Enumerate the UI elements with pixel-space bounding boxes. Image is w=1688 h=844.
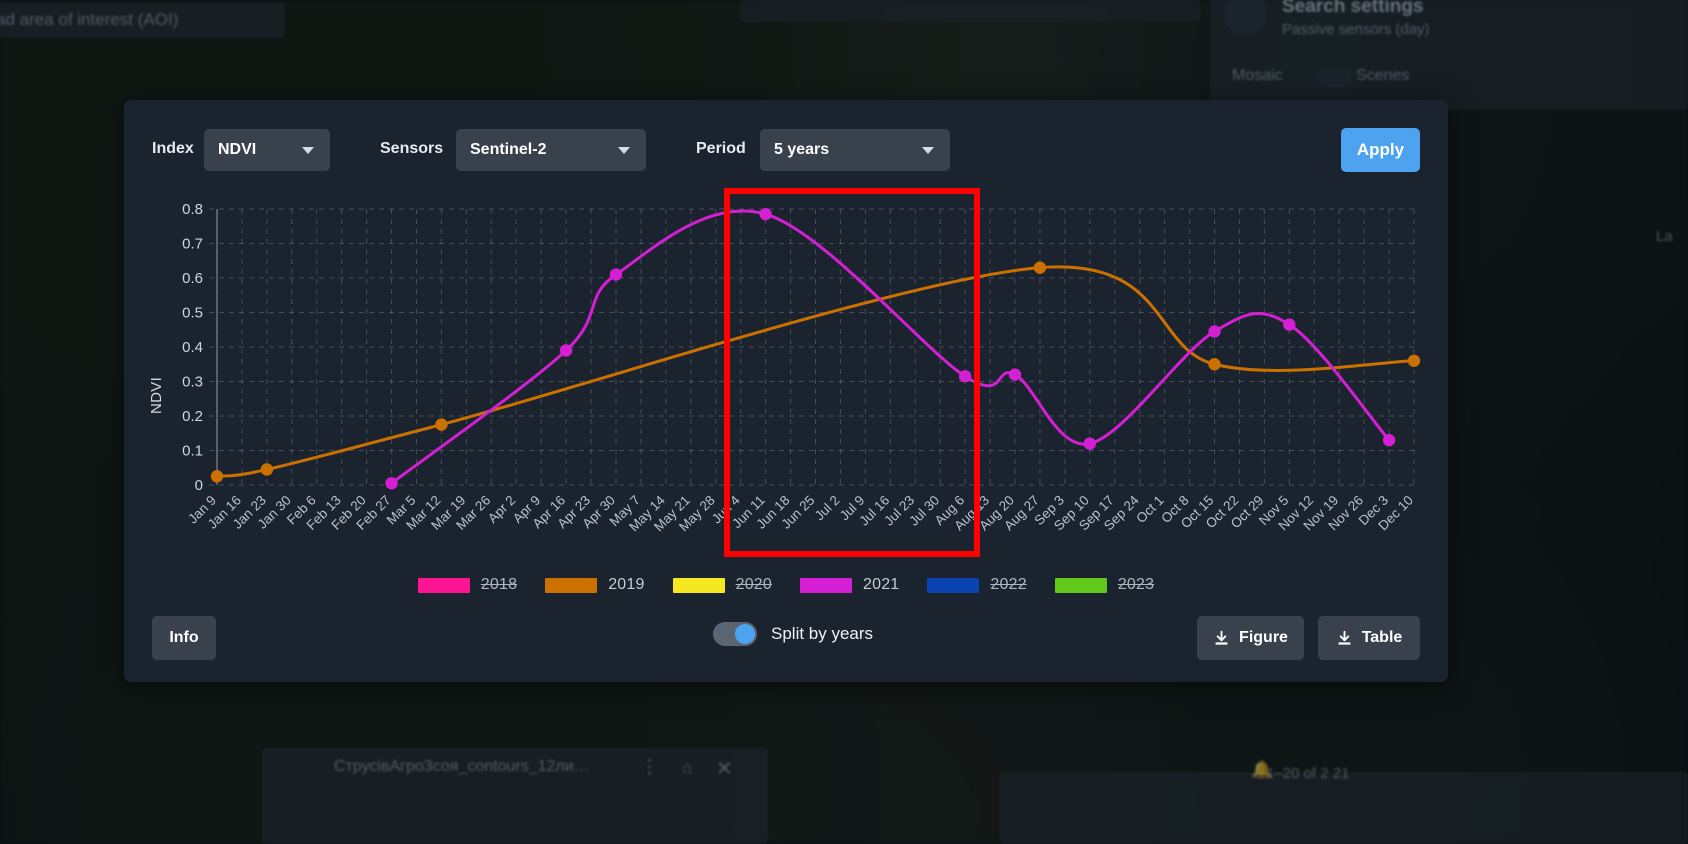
period-select[interactable]: 5 years [760,129,950,171]
split-by-years-label: Split by years [771,624,874,643]
mosaic-label: Mosaic [1232,67,1283,84]
y-tick-label: 0.6 [182,270,203,287]
data-point-2019[interactable] [260,463,274,476]
layer-lock-icon: ⌂ [682,758,693,777]
x-tick-label: Oct 1 [1133,493,1166,526]
data-point-2021[interactable] [1283,318,1296,331]
legend-label-2021: 2021 [863,576,900,593]
period-select-value: 5 years [774,141,830,158]
layer-close-icon: ✕ [716,758,733,780]
legend-item-2021[interactable]: 2021 [800,576,899,594]
chevron-down-icon [618,146,630,154]
ndvi-line-chart[interactable]: 00.10.20.30.40.50.60.70.8Jan 9Jan 16Jan … [124,196,1448,576]
toggle-track [713,622,757,646]
apply-button[interactable]: Apply [1341,128,1420,172]
data-point-2019[interactable] [210,470,224,483]
legend-label-2019: 2019 [608,576,645,593]
sensors-select[interactable]: Sentinel-2 [456,129,646,171]
legend-item-2020[interactable]: 2020 [672,576,772,594]
pagination-label: 1–20 of 2 21 [1266,765,1350,782]
footer-bar [1000,772,1688,844]
data-point-2021[interactable] [1382,433,1396,447]
legend-item-2018[interactable]: 2018 [417,576,518,594]
y-tick-label: 0.8 [182,201,203,218]
search-settings-title: Search settings [1282,0,1424,17]
legend-item-2019[interactable]: 2019 [545,576,644,594]
info-button[interactable]: Info [152,616,216,660]
y-tick-label: 0.3 [182,374,203,391]
download-figure-button[interactable]: Figure [1197,616,1304,660]
sensors-label: Sensors [380,140,444,157]
legend-swatch-2023 [1054,577,1107,593]
data-point-2021[interactable] [1083,437,1097,450]
top-toolbar [740,0,1200,22]
data-point-2019[interactable] [435,418,448,431]
legend-label-2023: 2023 [1117,576,1155,593]
legend-item-2023[interactable]: 2023 [1054,576,1155,594]
y-tick-label: 0.5 [182,305,203,322]
scenes-label: Scenes [1356,67,1410,84]
layer-name: СтрусівАгро3соя_contours_12ли… [334,758,590,775]
download-table-button[interactable]: Table [1318,616,1420,660]
period-label: Period [696,140,746,157]
chevron-down-icon [922,146,934,154]
data-point-2019[interactable] [1033,261,1047,274]
chart-legend: 2018 2019 2020 2021 2022 2023 [124,570,1448,600]
legend-swatch-2022 [927,577,980,593]
aoi-label: ad area of interest (AOI) [0,10,179,29]
ndvi-chart-card: Index NDVI Sensors Sentinel-2 Period 5 y… [124,100,1448,682]
mosaic-scenes-toggle [1316,68,1352,87]
data-point-2021[interactable] [385,477,398,490]
x-tick-label: Apr 2 [485,493,518,526]
legend-item-2022[interactable]: 2022 [927,576,1027,594]
download-table-label: Table [1361,629,1403,646]
index-select[interactable]: NDVI [204,129,330,171]
legend-swatch-2019 [545,577,598,593]
legend-label-2020: 2020 [735,576,772,593]
data-point-2021[interactable] [1208,325,1221,338]
legend-label-2018: 2018 [480,576,518,593]
split-by-years-toggle[interactable]: Split by years [713,622,873,646]
data-point-2021[interactable] [609,268,623,281]
x-tick-label: Jul 2 [812,493,843,524]
app-root: ad area of interest (AOI) Search setting… [0,0,1688,844]
y-tick-label: 0.1 [182,443,203,460]
download-icon [1338,630,1351,645]
y-tick-label: 0.7 [182,236,203,253]
y-tick-label: 0.4 [182,339,203,356]
corner-label: La [1656,228,1673,245]
index-label: Index [152,140,194,157]
index-select-value: NDVI [218,141,257,158]
download-figure-label: Figure [1239,629,1288,646]
data-point-2019[interactable] [1407,354,1421,367]
chart-bottom-bar: Info Split by years Figure Table [124,600,1448,682]
download-icon [1215,630,1228,645]
legend-swatch-2020 [672,577,725,593]
layer-menu-icon: ⋮ [640,757,659,778]
y-tick-label: 0 [195,477,203,494]
chevron-down-icon [302,146,314,154]
chart-toolbar: Index NDVI Sensors Sentinel-2 Period 5 y… [124,100,1448,200]
toggle-knob [735,624,755,644]
legend-swatch-2018 [417,577,470,593]
legend-label-2022: 2022 [990,576,1027,593]
search-settings-subtitle: Passive sensors (day) [1282,21,1430,38]
legend-swatch-2021 [800,577,852,593]
data-point-2021[interactable] [1008,368,1022,381]
data-point-2021[interactable] [759,207,772,221]
y-tick-label: 0.2 [182,408,203,425]
data-point-2021[interactable] [559,344,573,357]
data-point-2019[interactable] [1208,358,1221,371]
data-point-2021[interactable] [958,370,972,383]
chart-plot-area: NDVI 0 0.1 0.2 0.3 0.4 0.5 0.6 0.7 0.8 Jan 9 Jan 1… [124,196,1448,576]
sensors-select-value: Sentinel-2 [470,141,547,158]
